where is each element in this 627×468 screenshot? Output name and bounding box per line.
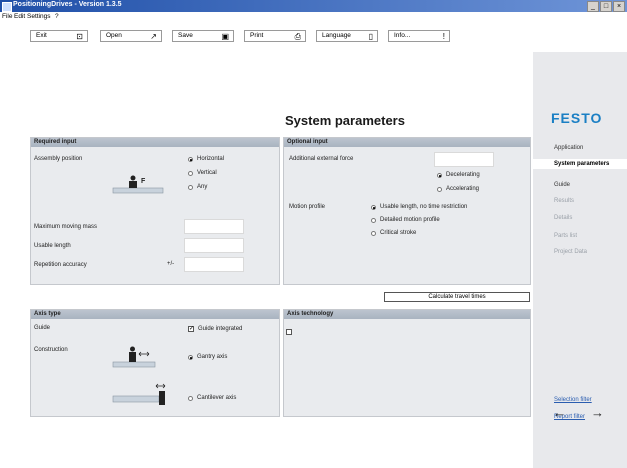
repetition-accuracy-label: Repetition accuracy: [34, 262, 87, 268]
usable-length-input[interactable]: [184, 238, 244, 253]
optional-input-header: Optional input: [284, 138, 530, 147]
decelerating-label: Decelerating: [446, 172, 480, 178]
exit-icon: ⊡: [76, 32, 83, 41]
max-moving-mass-label: Maximum moving mass: [34, 224, 98, 230]
language-label: Language: [322, 32, 351, 39]
sidebar-item-parts-list[interactable]: Parts list: [554, 233, 577, 239]
minimize-button[interactable]: _: [587, 1, 599, 12]
plus-minus-symbol: +/-: [167, 261, 175, 267]
gantry-axis-illustration: [109, 340, 169, 370]
save-button[interactable]: Save ▣: [172, 30, 234, 42]
print-icon: ⎙: [294, 32, 301, 41]
decelerating-radio[interactable]: [437, 173, 442, 178]
festo-logo: FESTO: [551, 110, 603, 126]
critical-stroke-radio[interactable]: [371, 231, 376, 236]
axis-technology-checkbox[interactable]: [286, 329, 292, 335]
close-button[interactable]: ×: [613, 1, 625, 12]
save-icon: ▣: [221, 32, 229, 41]
maximize-button[interactable]: □: [600, 1, 612, 12]
vertical-label: Vertical: [197, 170, 217, 176]
vertical-radio[interactable]: [188, 171, 193, 176]
external-force-label: Additional external force: [289, 156, 354, 162]
accelerating-label: Accelerating: [446, 186, 480, 192]
construction-label: Construction: [34, 347, 68, 353]
repetition-accuracy-input[interactable]: [184, 257, 244, 272]
axis-type-header: Axis type: [31, 310, 279, 319]
menu-help[interactable]: ?: [55, 13, 59, 20]
sidebar-item-details[interactable]: Details: [554, 215, 572, 221]
sidebar: FESTO Application System parameters Guid…: [533, 52, 627, 468]
sidebar-item-project-data[interactable]: Project Data: [554, 249, 587, 255]
gantry-axis-label: Gantry axis: [197, 354, 228, 360]
axis-type-panel: Axis type Guide ✓ Guide integrated Const…: [30, 309, 280, 417]
required-input-panel: Required input Assembly position Horizon…: [30, 137, 280, 285]
usable-length-label: Usable length: [34, 243, 71, 249]
accelerating-radio[interactable]: [437, 187, 442, 192]
exit-button[interactable]: Exit ⊡: [30, 30, 88, 42]
open-icon: ↗: [150, 32, 157, 41]
usable-length-profile-label: Usable length, no time restriction: [380, 204, 468, 210]
open-button[interactable]: Open ↗: [100, 30, 162, 42]
critical-stroke-label: Critical stroke: [380, 230, 417, 236]
sidebar-item-application[interactable]: Application: [554, 145, 583, 151]
guide-integrated-checkbox[interactable]: ✓: [188, 326, 194, 332]
menu-edit[interactable]: Edit: [14, 13, 25, 20]
window-title: PositioningDrives - Version 1.3.5: [13, 1, 122, 8]
menu-file[interactable]: File: [2, 13, 12, 20]
print-button[interactable]: Print ⎙: [244, 30, 306, 42]
language-button[interactable]: Language ▯: [316, 30, 378, 42]
any-label: Any: [197, 184, 208, 190]
page-title: System parameters: [285, 113, 405, 128]
open-label: Open: [106, 32, 122, 39]
app-icon: [2, 2, 12, 12]
menu-bar: File Edit Settings ?: [0, 12, 627, 22]
any-radio[interactable]: [188, 185, 193, 190]
horizontal-axis-illustration: [109, 168, 169, 196]
forward-arrow-icon[interactable]: →: [591, 405, 604, 420]
horizontal-label: Horizontal: [197, 156, 225, 162]
guide-label: Guide: [34, 325, 51, 331]
detailed-profile-radio[interactable]: [371, 218, 376, 223]
cantilever-axis-illustration: [109, 382, 169, 410]
required-input-header: Required input: [31, 138, 279, 147]
sidebar-item-guide[interactable]: Guide: [554, 182, 570, 188]
back-arrow-icon[interactable]: ←: [553, 405, 566, 420]
menu-settings[interactable]: Settings: [27, 13, 51, 20]
axis-technology-panel: Axis technology: [283, 309, 531, 417]
title-bar: PositioningDrives - Version 1.3.5 _ □ ×: [0, 0, 627, 12]
motion-profile-label: Motion profile: [289, 204, 326, 210]
optional-input-panel: Optional input Additional external force…: [283, 137, 531, 285]
info-label: Info...: [394, 32, 411, 39]
cantilever-axis-label: Cantilever axis: [197, 395, 237, 401]
selection-filter-link[interactable]: Selection filter: [554, 397, 592, 403]
horizontal-radio[interactable]: [188, 157, 193, 162]
external-force-input[interactable]: [434, 152, 494, 167]
toolbar: Exit ⊡ Open ↗ Save ▣ Print ⎙ Language ▯ …: [0, 22, 627, 52]
sidebar-item-system-parameters[interactable]: System parameters: [533, 159, 627, 169]
print-label: Print: [250, 32, 264, 39]
language-icon: ▯: [368, 32, 373, 41]
info-icon: ǃ: [442, 32, 445, 41]
info-button[interactable]: Info... ǃ: [388, 30, 450, 42]
detailed-profile-label: Detailed motion profile: [380, 217, 440, 223]
force-symbol: F: [141, 178, 146, 185]
cantilever-axis-radio[interactable]: [188, 396, 193, 401]
calculate-travel-times-button[interactable]: Calculate travel times: [384, 292, 530, 302]
guide-integrated-label: Guide integrated: [198, 326, 243, 332]
max-moving-mass-input[interactable]: [184, 219, 244, 234]
save-label: Save: [178, 32, 193, 39]
exit-label: Exit: [36, 32, 47, 39]
gantry-axis-radio[interactable]: [188, 355, 193, 360]
sidebar-item-results[interactable]: Results: [554, 198, 574, 204]
axis-technology-header: Axis technology: [284, 310, 530, 319]
assembly-position-label: Assembly position: [34, 156, 83, 162]
usable-length-profile-radio[interactable]: [371, 205, 376, 210]
